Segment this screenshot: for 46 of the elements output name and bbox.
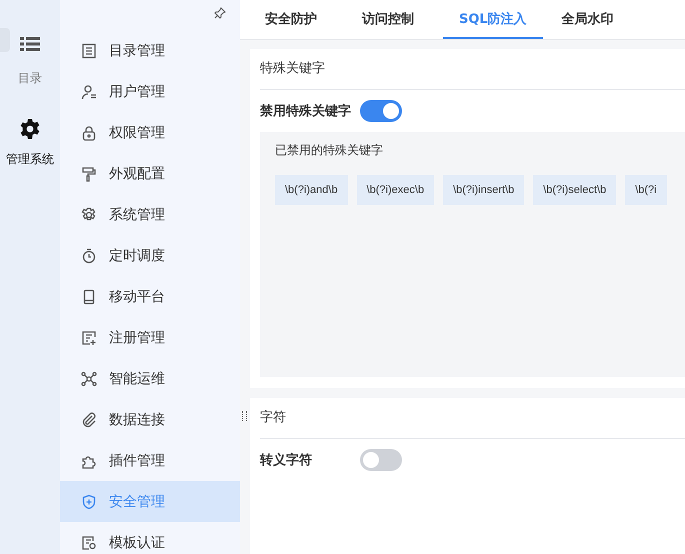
sidebar-item[interactable]: 系统管理 [60,194,240,235]
user-icon [81,84,97,100]
sidebar-item[interactable]: 权限管理 [60,112,240,153]
keyword-tag: \b(?i)and\b [275,175,348,205]
lock-icon [81,124,97,140]
settings-icon [81,206,97,222]
section-title: 特殊关键字 [260,49,685,90]
toggle-switch[interactable] [360,100,402,122]
sidebar-item[interactable]: 智能运维 [60,358,240,399]
form-icon [81,330,97,346]
network-icon [81,370,97,386]
toggle-label: 禁用特殊关键字 [260,102,352,120]
shield-icon [81,494,97,510]
sidebar-item[interactable]: 外观配置 [60,153,240,194]
document-icon [81,42,97,58]
sidebar-item[interactable]: 用户管理 [60,71,240,112]
panel-title: 已禁用的特殊关键字 [275,142,384,159]
tab[interactable]: 安全防护 [255,0,327,39]
rail-label[interactable]: 目录 [18,70,42,87]
paperclip-icon [81,412,97,428]
tab[interactable]: 访问控制 [352,0,424,39]
keyword-tag: \b(?i)select\b [533,175,616,205]
list-icon[interactable] [20,36,40,52]
drag-handle[interactable] [242,411,247,421]
toggle-switch[interactable] [360,449,402,471]
toggle-label: 转义字符 [260,452,313,469]
settings-icon[interactable] [20,119,40,139]
tab[interactable]: SQL防注入 [443,0,543,39]
keyword-tag: \b(?i)exec\b [356,175,434,205]
rail-label[interactable]: 管理系统 [6,151,54,168]
sidebar-item[interactable]: 定时调度 [60,235,240,276]
pin-icon[interactable] [214,7,226,19]
keyword-tag: \b(?i)insert\b [443,175,524,205]
section-title: 字符 [260,398,685,439]
sidebar-item[interactable]: 模板认证 [60,522,240,554]
sidebar-item[interactable]: 数据连接 [60,399,240,440]
sidebar-item[interactable]: 插件管理 [60,440,240,481]
sidebar-item[interactable]: 注册管理 [60,317,240,358]
sidebar-item[interactable]: 目录管理 [60,30,240,71]
phone-icon [81,288,97,304]
paint-roller-icon [81,166,97,182]
tab[interactable]: 全局水印 [552,0,624,39]
sidebar-item[interactable]: 移动平台 [60,276,240,317]
stopwatch-icon [81,248,97,264]
template-icon [81,534,97,550]
keyword-tag: \b(?i [625,175,667,205]
